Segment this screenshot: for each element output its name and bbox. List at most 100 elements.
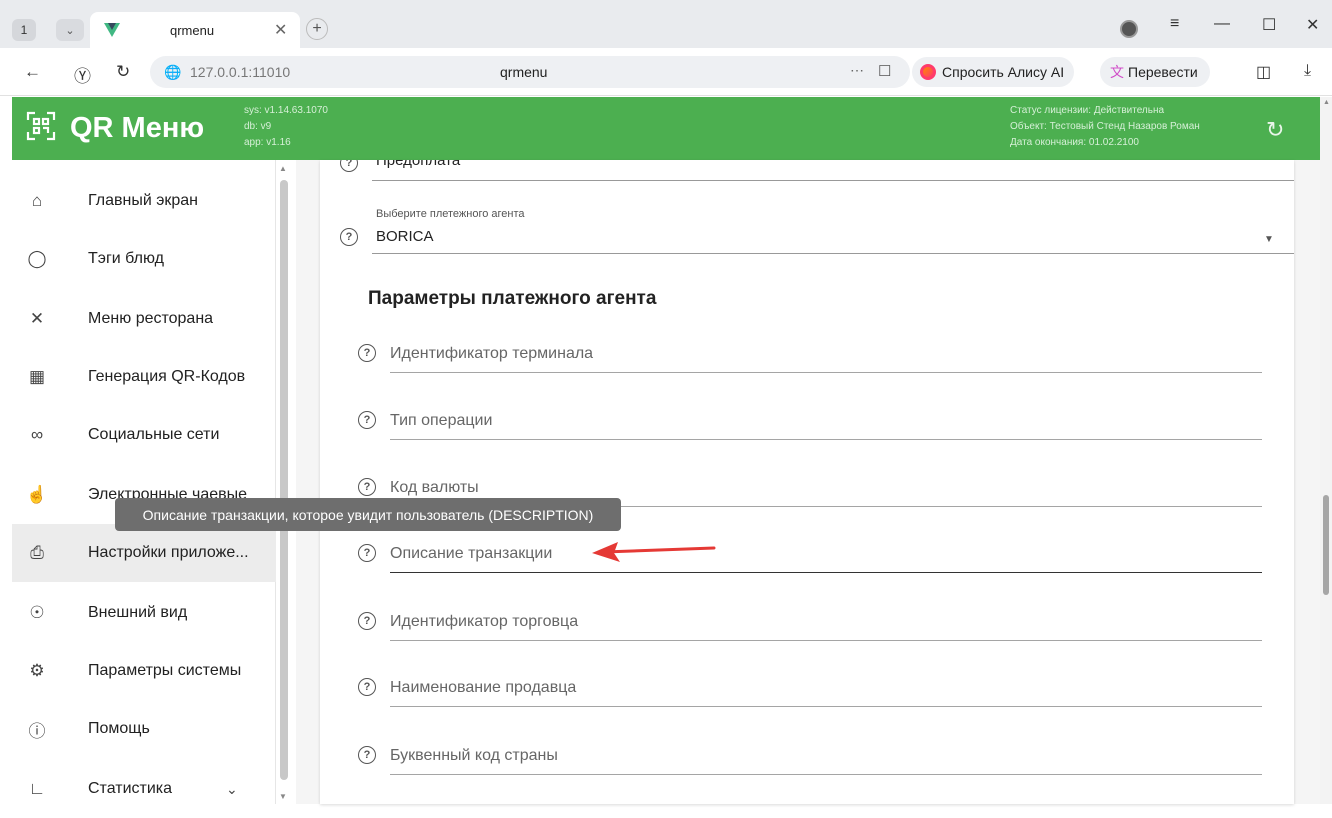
help-circle-icon[interactable]: ?: [358, 612, 376, 630]
version-info: sys: v1.14.63.1070 db: v9 app: v1.16: [244, 103, 328, 151]
sys-version: sys: v1.14.63.1070: [244, 105, 328, 116]
tab-counter[interactable]: 1: [12, 19, 36, 41]
download-icon[interactable]: ⤓: [1304, 62, 1311, 80]
section-title: Параметры платежного агента: [368, 288, 657, 309]
sidebar-item-appearance[interactable]: ☉ Внешний вид: [12, 584, 276, 642]
alice-icon: [920, 64, 936, 80]
settings-app-icon: ⎙: [30, 543, 44, 562]
qr-logo-icon: [26, 111, 56, 141]
sidebar-item-label: Параметры системы: [88, 662, 242, 679]
field-placeholder: Тип операции: [390, 412, 493, 429]
help-circle-icon[interactable]: ?: [358, 746, 376, 764]
translate-icon: 文: [1110, 64, 1124, 80]
tag-icon: ◯: [27, 249, 47, 268]
sidebar-item-label: Главный экран: [88, 192, 199, 209]
field-placeholder: Описание транзакции: [390, 545, 553, 562]
page-title-in-urlbar: qrmenu: [500, 64, 548, 80]
sidebar-item-home[interactable]: ⌂ Главный экран: [12, 172, 276, 230]
sidebar-scroll-thumb[interactable]: [280, 180, 288, 780]
extension-icon[interactable]: ◫: [1256, 62, 1271, 82]
more-dots-icon[interactable]: ⋯: [850, 62, 864, 79]
minimize-icon[interactable]: —: [1214, 15, 1230, 33]
field-tooltip: Описание транзакции, которое увидит поль…: [115, 498, 621, 531]
sidebar-item-label: Внешний вид: [88, 604, 188, 621]
gear-icon: ⚙: [29, 661, 45, 680]
terminal-id-field[interactable]: ? Идентификатор терминала: [358, 334, 1264, 374]
sidebar-item-label: Меню ресторана: [88, 310, 214, 327]
settings-card: ? Предоплата Выберите плетежного агента …: [320, 160, 1294, 804]
field-placeholder: Наименование продавца: [390, 679, 577, 696]
sidebar-item-social[interactable]: ∞ Социальные сети: [12, 406, 276, 464]
maximize-icon[interactable]: ☐: [1262, 15, 1276, 35]
app-header: QR Меню sys: v1.14.63.1070 db: v9 app: v…: [12, 97, 1324, 160]
field-underline: [390, 774, 1262, 775]
license-info: Статус лицензии: Действительна Объект: Т…: [1010, 103, 1200, 151]
transaction-description-field[interactable]: ? Описание транзакции: [358, 534, 1264, 574]
seller-name-field[interactable]: ? Наименование продавца: [358, 668, 1264, 708]
help-icon: ⓘ: [28, 721, 46, 741]
reload-icon[interactable]: ↻: [116, 62, 130, 82]
qr-icon: ▦: [28, 367, 46, 386]
prepay-value: Предоплата: [376, 160, 461, 169]
sidebar-scrollbar[interactable]: ▲ ▼: [278, 162, 290, 804]
tab-close-icon[interactable]: ✕: [274, 20, 287, 40]
tab-list-chevron-icon[interactable]: ⌄: [56, 19, 84, 41]
sidebar-item-qr[interactable]: ▦ Генерация QR-Кодов: [12, 348, 276, 406]
tips-icon: ☝: [26, 485, 48, 504]
profile-avatar-icon[interactable]: [1120, 20, 1138, 38]
browser-tabbar: 1 ⌄ qrmenu ✕ + ≡ — ☐ ✕: [0, 0, 1332, 48]
sidebar-item-app-settings[interactable]: ⎙ Настройки приложе...: [12, 524, 276, 582]
chevron-down-icon: ⌄: [226, 780, 238, 797]
field-underline: [372, 180, 1294, 181]
scroll-up-icon[interactable]: ▲: [279, 164, 287, 173]
sidebar-item-stats[interactable]: ∟ Статистика ⌄: [12, 760, 276, 818]
sidebar-item-label: Статистика: [88, 780, 173, 797]
globe-icon: 🌐: [164, 64, 182, 80]
back-arrow-icon[interactable]: ←: [24, 62, 41, 82]
country-code-field[interactable]: ? Буквенный код страны: [358, 736, 1264, 776]
sidebar-item-help[interactable]: ⓘ Помощь: [12, 700, 276, 758]
field-underline: [390, 706, 1262, 707]
help-circle-icon[interactable]: ?: [358, 478, 376, 496]
help-circle-icon[interactable]: ?: [358, 544, 376, 562]
window-close-icon[interactable]: ✕: [1306, 15, 1319, 35]
sidebar-item-tags[interactable]: ◯ Тэги блюд: [12, 230, 276, 288]
menu-hamburger-icon[interactable]: ≡: [1170, 15, 1179, 33]
field-underline: [390, 640, 1262, 641]
field-placeholder: Идентификатор терминала: [390, 345, 594, 362]
field-underline: [390, 372, 1262, 373]
page-scroll-thumb[interactable]: [1323, 495, 1329, 595]
tab-title: qrmenu: [170, 23, 215, 38]
prepay-select[interactable]: ? Предоплата: [340, 160, 1294, 182]
operation-type-field[interactable]: ? Тип операции: [358, 401, 1264, 441]
help-circle-icon[interactable]: ?: [340, 160, 358, 172]
main-content: ? Предоплата Выберите плетежного агента …: [296, 160, 1320, 804]
merchant-id-field[interactable]: ? Идентификатор торговца: [358, 602, 1264, 642]
new-tab-plus-icon[interactable]: +: [306, 18, 328, 40]
field-placeholder: Идентификатор торговца: [390, 613, 579, 630]
help-circle-icon[interactable]: ?: [358, 678, 376, 696]
url-bar[interactable]: 🌐 127.0.0.1:11010 qrmenu ⋯ ☐: [150, 56, 910, 88]
page-scrollbar[interactable]: ▲: [1320, 97, 1332, 804]
payment-agent-select[interactable]: Выберите плетежного агента ? BORICA ▼: [340, 206, 1294, 256]
chart-icon: ∟: [28, 779, 46, 798]
sidebar-item-system[interactable]: ⚙ Параметры системы: [12, 642, 276, 700]
scroll-up-icon[interactable]: ▲: [1323, 99, 1330, 106]
bookmark-icon[interactable]: ☐: [878, 62, 891, 80]
dropdown-arrow-icon[interactable]: ▼: [1264, 234, 1274, 245]
field-underline: [372, 253, 1294, 254]
sidebar-item-menu[interactable]: ✕ Меню ресторана: [12, 290, 276, 348]
app-logo-text: QR Меню: [70, 112, 205, 144]
sidebar-item-label: Социальные сети: [88, 426, 220, 443]
help-circle-icon[interactable]: ?: [340, 228, 358, 246]
browser-addressbar: ← Ⓨ ↻ 🌐 127.0.0.1:11010 qrmenu ⋯ ☐ Спрос…: [0, 48, 1332, 96]
license-expiry: Дата окончания: 01.02.2100: [1010, 137, 1139, 148]
ask-alice-button[interactable]: Спросить Алису AI: [912, 57, 1075, 87]
yandex-logo-icon[interactable]: Ⓨ: [74, 62, 91, 87]
help-circle-icon[interactable]: ?: [358, 344, 376, 362]
refresh-icon[interactable]: ↻: [1266, 117, 1284, 143]
help-circle-icon[interactable]: ?: [358, 411, 376, 429]
translate-button[interactable]: 文 Перевести: [1100, 57, 1210, 87]
scroll-down-icon[interactable]: ▼: [279, 792, 287, 801]
browser-tab[interactable]: qrmenu ✕: [90, 12, 300, 48]
